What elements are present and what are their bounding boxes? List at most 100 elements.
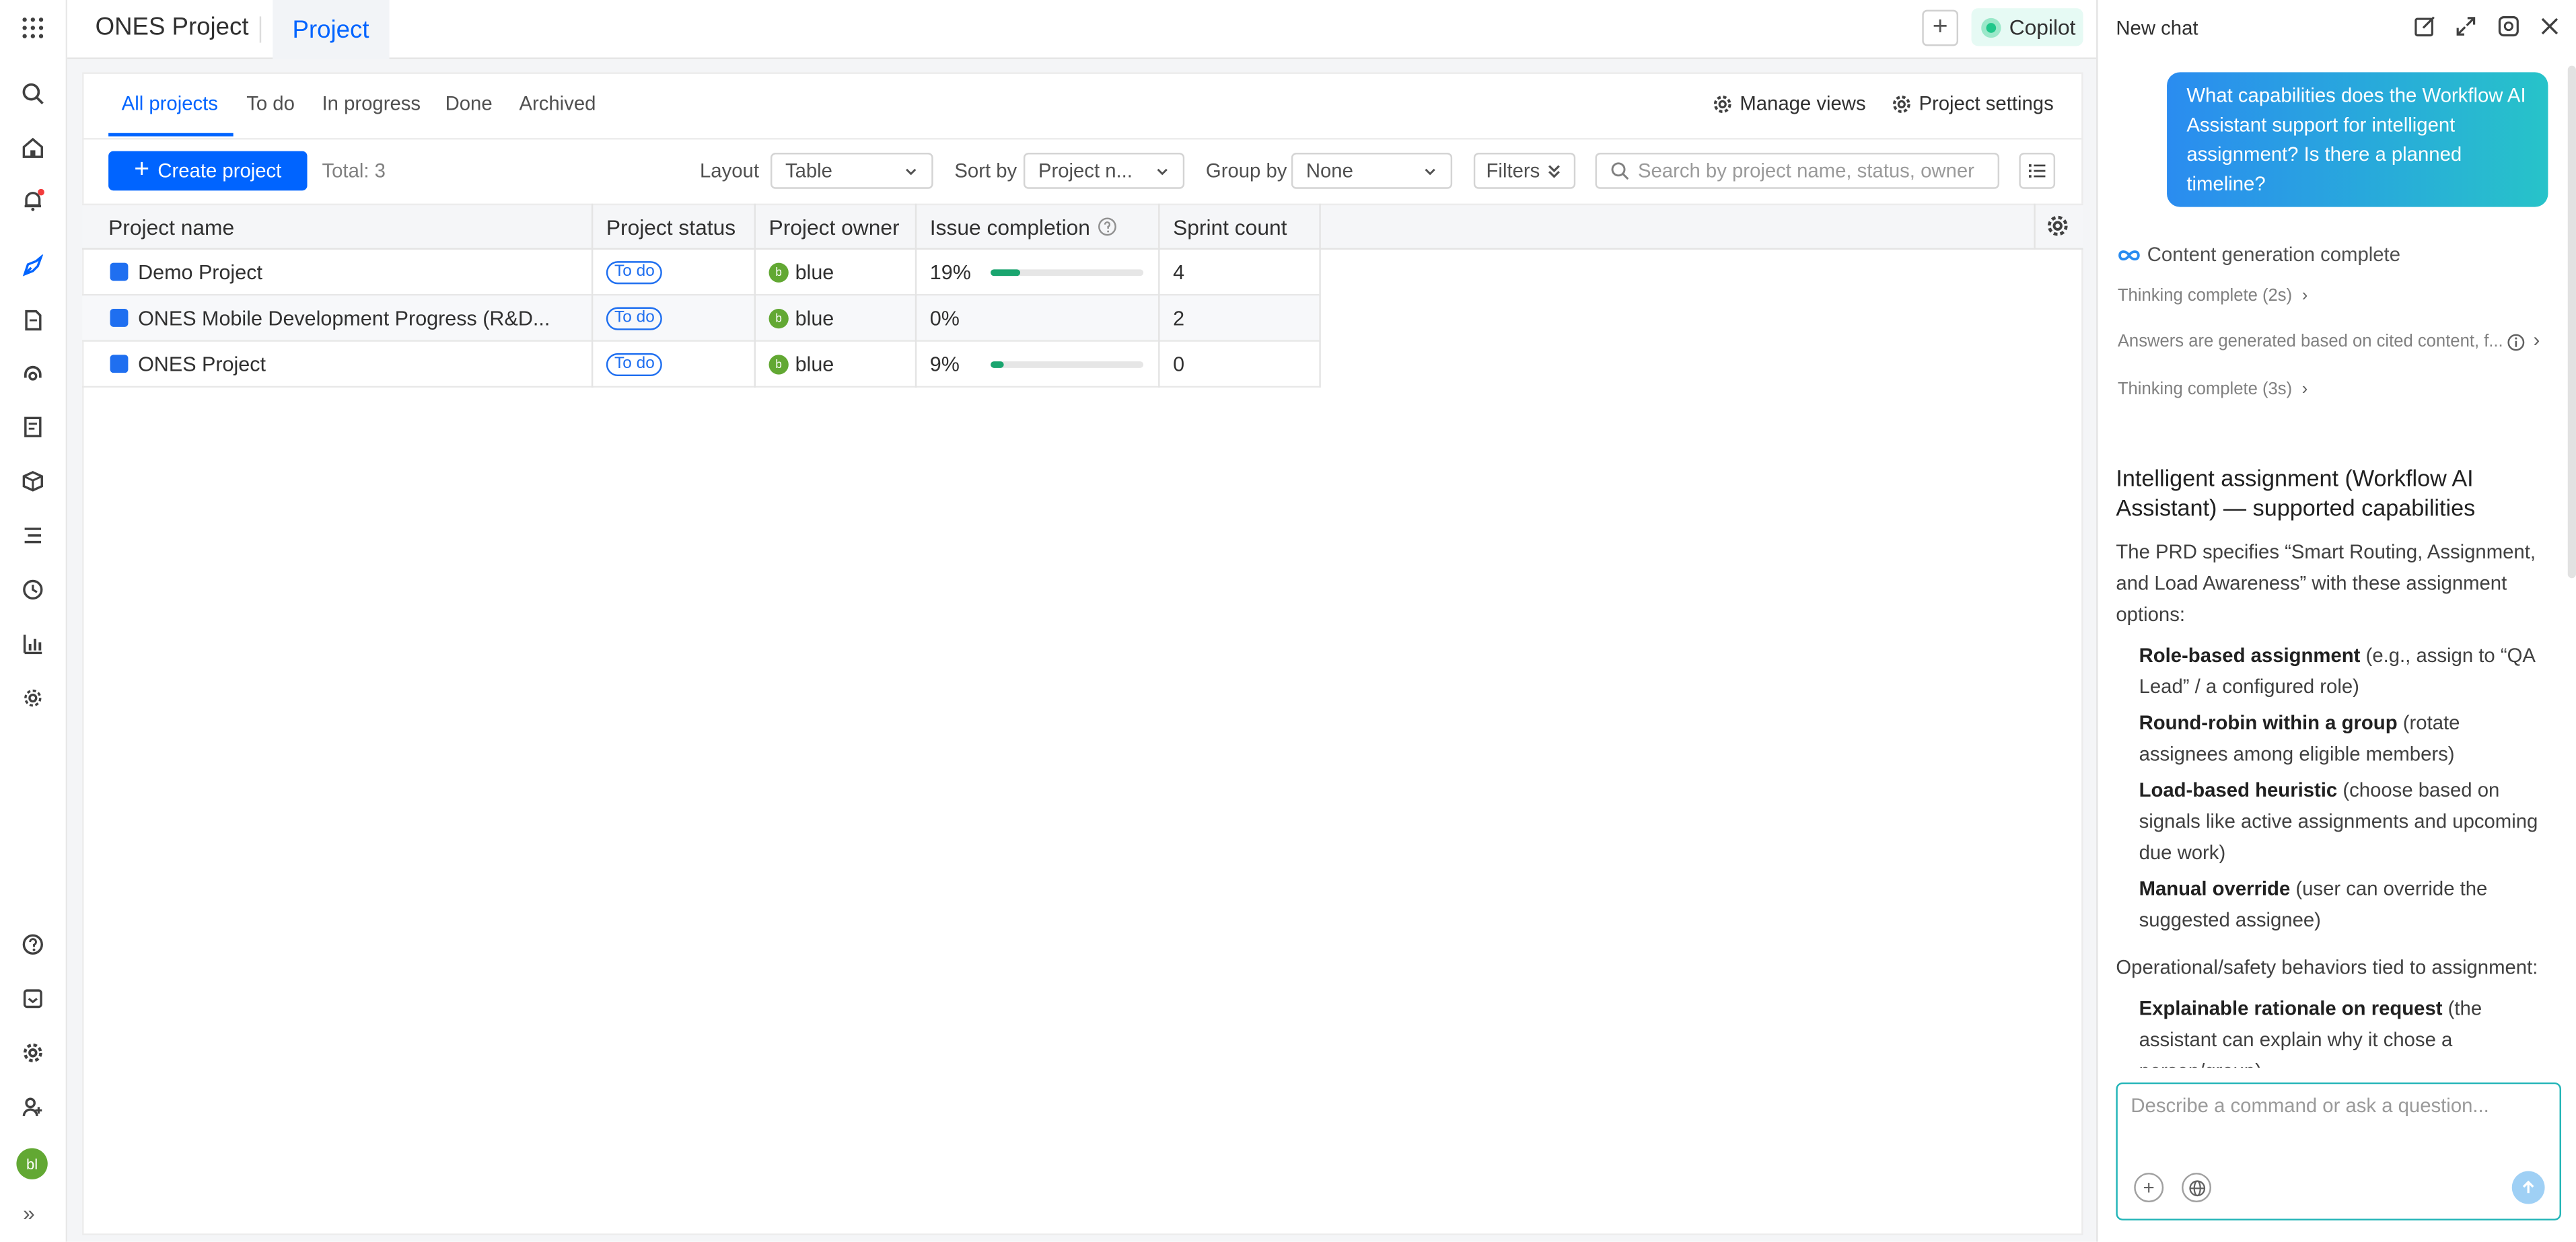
- column-project-name[interactable]: Project name: [108, 215, 234, 240]
- clock-icon[interactable]: [18, 575, 48, 604]
- tab-project[interactable]: Project: [273, 0, 389, 59]
- tab-divider: [259, 16, 262, 43]
- chevron-down-icon: [906, 168, 917, 175]
- project-name[interactable]: ONES Mobile Development Progress (R&D...: [138, 307, 550, 330]
- wiki-icon[interactable]: [18, 412, 48, 442]
- completion-bar: [991, 361, 1144, 368]
- group-label: Group by: [1205, 159, 1287, 182]
- chat-scrollbar[interactable]: [2567, 65, 2576, 579]
- home-icon[interactable]: [18, 133, 48, 163]
- layout-select[interactable]: Table: [770, 153, 933, 189]
- sprint-count: 4: [1173, 261, 1185, 285]
- globe-icon[interactable]: [2182, 1173, 2211, 1203]
- inbox-icon[interactable]: [18, 984, 48, 1013]
- add-button[interactable]: +: [1922, 9, 1959, 46]
- chevron-right-icon: ›: [2301, 285, 2308, 306]
- info-icon[interactable]: [2507, 334, 2525, 352]
- tab-in-progress[interactable]: In progress: [322, 92, 421, 115]
- thinking-step-2-label: Thinking complete (3s): [2117, 379, 2293, 400]
- column-project-owner[interactable]: Project owner: [769, 215, 900, 240]
- manage-views-link[interactable]: Manage views: [1712, 92, 1866, 115]
- assistant-response: Intelligent assignment (Workflow AI Assi…: [2116, 463, 2546, 1068]
- owner-avatar: b: [768, 355, 789, 375]
- project-settings-link[interactable]: Project settings: [1891, 92, 2054, 115]
- owner-avatar: b: [768, 262, 789, 283]
- close-icon[interactable]: [2538, 15, 2561, 38]
- help-circle-icon[interactable]: [1098, 217, 1117, 236]
- completion-percent: 0%: [929, 307, 960, 330]
- list-icon: [2029, 164, 2046, 178]
- generation-status: Content generation complete: [2118, 243, 2400, 266]
- notification-bell-icon[interactable]: [18, 186, 48, 215]
- column-divider: [591, 203, 594, 388]
- completion-bar-fill: [991, 269, 1020, 277]
- help-icon[interactable]: [18, 930, 48, 959]
- column-divider: [2034, 203, 2036, 250]
- filters-button[interactable]: Filters: [1473, 153, 1576, 189]
- search-icon[interactable]: [18, 79, 48, 108]
- chevron-down-icon: [1425, 168, 1435, 175]
- capability-title: Load-based heuristic: [2139, 778, 2338, 802]
- tab-to-do[interactable]: To do: [246, 92, 295, 115]
- app-title: ONES Project: [95, 13, 249, 42]
- plus-icon: +: [134, 155, 150, 184]
- sprint-count: 0: [1173, 353, 1185, 377]
- column-issue-completion[interactable]: Issue completion: [930, 215, 1090, 240]
- left-nav-rail: bl »: [0, 0, 68, 1242]
- search-input[interactable]: Search by project name, status, owner: [1595, 153, 2000, 189]
- thinking-step-2[interactable]: Thinking complete (3s) ›: [2118, 379, 2308, 399]
- column-sprint-count[interactable]: Sprint count: [1173, 215, 1287, 240]
- group-select[interactable]: None: [1291, 153, 1453, 189]
- headset-icon[interactable]: [18, 360, 48, 390]
- edit-icon[interactable]: [2413, 15, 2436, 38]
- copilot-button[interactable]: Copilot: [1971, 8, 2083, 46]
- apps-grid-icon[interactable]: [18, 13, 48, 43]
- copilot-label: Copilot: [2009, 14, 2076, 40]
- project-icon[interactable]: [18, 252, 48, 281]
- gear-icon[interactable]: [18, 1038, 48, 1068]
- column-divider: [915, 203, 917, 388]
- column-divider: [754, 203, 756, 388]
- expand-icon[interactable]: [2454, 15, 2477, 38]
- status-badge: To do: [606, 353, 663, 377]
- owner-name: blue: [795, 261, 834, 285]
- tab-done[interactable]: Done: [445, 92, 493, 115]
- project-type-icon: [110, 308, 129, 327]
- capability-title: Round-robin within a group: [2139, 711, 2398, 735]
- owner-name: blue: [795, 353, 834, 377]
- gear-icon: [1892, 94, 1910, 112]
- column-divider: [1319, 203, 1321, 388]
- history-icon[interactable]: [2497, 15, 2520, 38]
- create-project-label: Create project: [157, 159, 282, 182]
- add-member-icon[interactable]: [18, 1092, 48, 1122]
- manage-views-label: Manage views: [1740, 92, 1866, 115]
- thinking-step-1[interactable]: Thinking complete (2s) ›: [2118, 286, 2308, 305]
- chevron-right-icon[interactable]: ›: [2533, 328, 2540, 351]
- send-button[interactable]: [2511, 1171, 2545, 1204]
- list-view-button[interactable]: [2019, 153, 2056, 189]
- sort-select[interactable]: Project n...: [1023, 153, 1185, 189]
- column-project-status[interactable]: Project status: [606, 215, 736, 240]
- expand-rail-icon[interactable]: »: [23, 1201, 35, 1226]
- testcase-icon[interactable]: [18, 521, 48, 550]
- document-icon[interactable]: [18, 305, 48, 335]
- column-settings-icon[interactable]: [2045, 213, 2070, 238]
- create-project-button[interactable]: + Create project: [108, 151, 308, 191]
- project-settings-label: Project settings: [1919, 92, 2054, 115]
- cited-content-note[interactable]: Answers are generated based on cited con…: [2118, 332, 2503, 351]
- capability-title: Manual override: [2139, 877, 2291, 900]
- project-name[interactable]: ONES Project: [138, 353, 266, 376]
- settings-cog-icon[interactable]: [18, 684, 48, 713]
- analytics-icon[interactable]: [18, 629, 48, 659]
- user-avatar[interactable]: bl: [16, 1148, 48, 1179]
- capability-item: Round-robin within a group (rotate assig…: [2139, 708, 2546, 770]
- project-name[interactable]: Demo Project: [138, 261, 262, 284]
- tab-archived[interactable]: Archived: [519, 92, 596, 115]
- tab-all-projects[interactable]: All projects: [122, 92, 218, 115]
- capability-item: Load-based heuristic (choose based on si…: [2139, 775, 2546, 869]
- package-icon[interactable]: [18, 466, 48, 496]
- completion-percent: 19%: [929, 261, 971, 285]
- capability-item: Role-based assignment (e.g., assign to “…: [2139, 641, 2546, 703]
- add-attachment-icon[interactable]: +: [2134, 1173, 2164, 1203]
- cited-content-label: Answers are generated based on cited con…: [2117, 332, 2503, 352]
